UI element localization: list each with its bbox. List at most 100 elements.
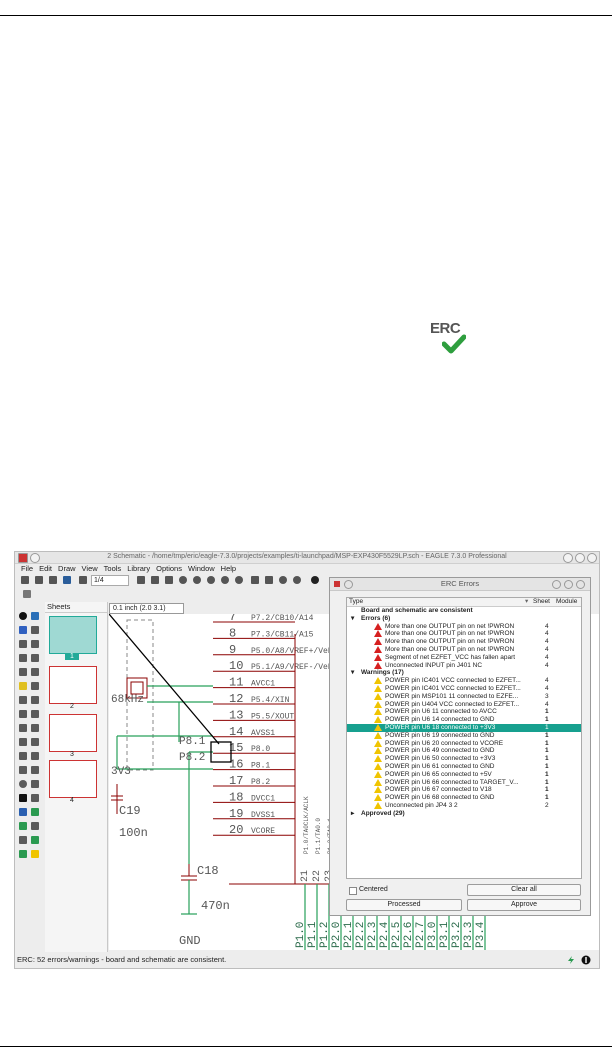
polygon-icon[interactable] [31, 794, 39, 802]
circle-icon[interactable] [19, 780, 27, 788]
dialog-menu-icon[interactable] [344, 580, 353, 589]
zoom-select-icon[interactable] [235, 576, 243, 584]
expand-chevron-icon[interactable]: ▾ [351, 669, 354, 677]
value-icon[interactable] [19, 724, 27, 732]
menu-options[interactable]: Options [156, 564, 182, 574]
error-row[interactable]: More than one OUTPUT pin on net !PWRON 4 [347, 630, 581, 638]
use-icon[interactable] [137, 576, 145, 584]
grid-coordinate-field[interactable]: 0.1 inch (2.0 3.1) [109, 603, 184, 614]
warning-row[interactable]: POWER pin U6 68 connected to GND 1 [347, 794, 581, 802]
delete-icon[interactable] [31, 682, 39, 690]
zoom-in-icon[interactable] [193, 576, 201, 584]
warning-row[interactable]: POWER pin U6 20 connected to VCORE 1 [347, 739, 581, 748]
add-icon[interactable] [19, 696, 27, 704]
warning-row[interactable]: POWER pin U6 49 connected to GND 1 [347, 747, 581, 755]
sheet-icon[interactable] [79, 576, 87, 584]
script-icon[interactable] [151, 576, 159, 584]
run-icon[interactable] [165, 576, 173, 584]
menu-edit[interactable]: Edit [39, 564, 52, 574]
sheet-select[interactable]: 1/4 [91, 575, 129, 586]
maximize-button[interactable] [575, 553, 585, 563]
warning-row[interactable]: POWER pin U6 61 connected to GND 1 [347, 762, 581, 771]
expand-chevron-icon[interactable]: ▾ [351, 615, 354, 623]
save-icon[interactable] [35, 576, 43, 584]
menu-tools[interactable]: Tools [104, 564, 122, 574]
undo-icon[interactable] [251, 576, 259, 584]
error-row[interactable]: More than one OUTPUT pin on net !PWRON 4 [347, 645, 581, 654]
label-icon[interactable] [31, 822, 39, 830]
mirror-icon[interactable] [19, 654, 27, 662]
warning-row[interactable]: Unconnected pin JP4 3 2 2 [347, 801, 581, 810]
column-sheet[interactable]: Sheet [533, 598, 550, 606]
errors-group[interactable]: ▾ Errors (6) [347, 615, 581, 623]
grid-icon[interactable] [23, 590, 31, 598]
stop-icon[interactable] [279, 576, 287, 584]
menu-draw[interactable]: Draw [58, 564, 76, 574]
column-type[interactable]: Type [349, 598, 363, 606]
menu-library[interactable]: Library [127, 564, 150, 574]
warning-row[interactable]: POWER pin IC401 VCC connected to EZFET..… [347, 684, 581, 693]
gateswap-icon[interactable] [31, 752, 39, 760]
dialog-close-button[interactable] [576, 580, 585, 589]
menu-window[interactable]: Window [188, 564, 215, 574]
erc-tool-icon[interactable] [19, 850, 27, 858]
replace-icon[interactable] [19, 710, 27, 718]
warning-row[interactable]: POWER pin U6 67 connected to V18 1 [347, 786, 581, 794]
pinswap-icon[interactable] [31, 696, 39, 704]
change-icon[interactable] [31, 668, 39, 676]
menu-help[interactable]: Help [221, 564, 236, 574]
clear-all-button[interactable]: Clear all [467, 884, 581, 896]
miter-icon[interactable] [19, 738, 27, 746]
warning-row[interactable]: POWER pin U6 66 connected to TARGET_V...… [347, 778, 581, 787]
invoke-icon[interactable] [19, 752, 27, 760]
menu-view[interactable]: View [82, 564, 98, 574]
warning-tool-icon[interactable] [31, 850, 39, 858]
help-icon[interactable] [311, 576, 319, 584]
error-row[interactable]: Unconnected INPUT pin J401 NC 4 [347, 661, 581, 670]
go-icon[interactable] [293, 576, 301, 584]
dialog-maximize-button[interactable] [564, 580, 573, 589]
column-module[interactable]: Module [556, 598, 577, 606]
sheet-thumbnail-1[interactable] [49, 616, 97, 654]
error-row[interactable]: More than one OUTPUT pin on net !PWRON 4 [347, 638, 581, 646]
wire-icon[interactable] [19, 766, 27, 774]
smash-icon[interactable] [31, 724, 39, 732]
cam-icon[interactable] [63, 576, 71, 584]
sheet-thumbnail-4[interactable] [49, 760, 97, 798]
dialog-minimize-button[interactable] [552, 580, 561, 589]
warnings-group[interactable]: ▾ Warnings (17) [347, 669, 581, 677]
junction-icon[interactable] [19, 822, 27, 830]
approved-group[interactable]: ▸ Approved (29) [347, 810, 581, 818]
copy-icon[interactable] [31, 640, 39, 648]
close-button[interactable] [587, 553, 597, 563]
erc-status-icon[interactable] [581, 955, 591, 965]
arc-icon[interactable] [31, 780, 39, 788]
warning-row[interactable]: POWER pin U6 14 connected to GND 1 [347, 716, 581, 724]
approve-button[interactable]: Approve [467, 899, 581, 911]
error-row[interactable]: Segment of net EZFET_VCC has fallen apar… [347, 653, 581, 662]
open-icon[interactable] [21, 576, 29, 584]
net-icon[interactable] [31, 808, 39, 816]
attribute-icon[interactable] [19, 836, 27, 844]
redo-icon[interactable] [265, 576, 273, 584]
warning-row[interactable]: POWER pin U6 65 connected to +5V 1 [347, 770, 581, 779]
name-icon[interactable] [31, 710, 39, 718]
error-row[interactable]: More than one OUTPUT pin on net !PWRON 4 [347, 622, 581, 631]
warning-row[interactable]: POWER pin U6 19 connected to GND 1 [347, 731, 581, 740]
menu-file[interactable]: File [21, 564, 33, 574]
minimize-button[interactable] [563, 553, 573, 563]
centered-checkbox[interactable] [349, 887, 357, 895]
tree-root[interactable]: Board and schematic are consistent [347, 607, 581, 615]
mark-icon[interactable] [31, 626, 39, 634]
sheet-thumbnail-3[interactable] [49, 714, 97, 752]
bus-icon[interactable] [19, 808, 27, 816]
group-icon[interactable] [19, 668, 27, 676]
paste-icon[interactable] [19, 682, 27, 690]
print-icon[interactable] [49, 576, 57, 584]
rect-icon[interactable] [19, 794, 27, 802]
text-icon[interactable] [31, 766, 39, 774]
split-icon[interactable] [31, 738, 39, 746]
info-icon[interactable] [19, 612, 27, 620]
zoom-out-icon[interactable] [207, 576, 215, 584]
warning-row[interactable]: POWER pin MSP101 11 connected to EZFE...… [347, 692, 581, 701]
